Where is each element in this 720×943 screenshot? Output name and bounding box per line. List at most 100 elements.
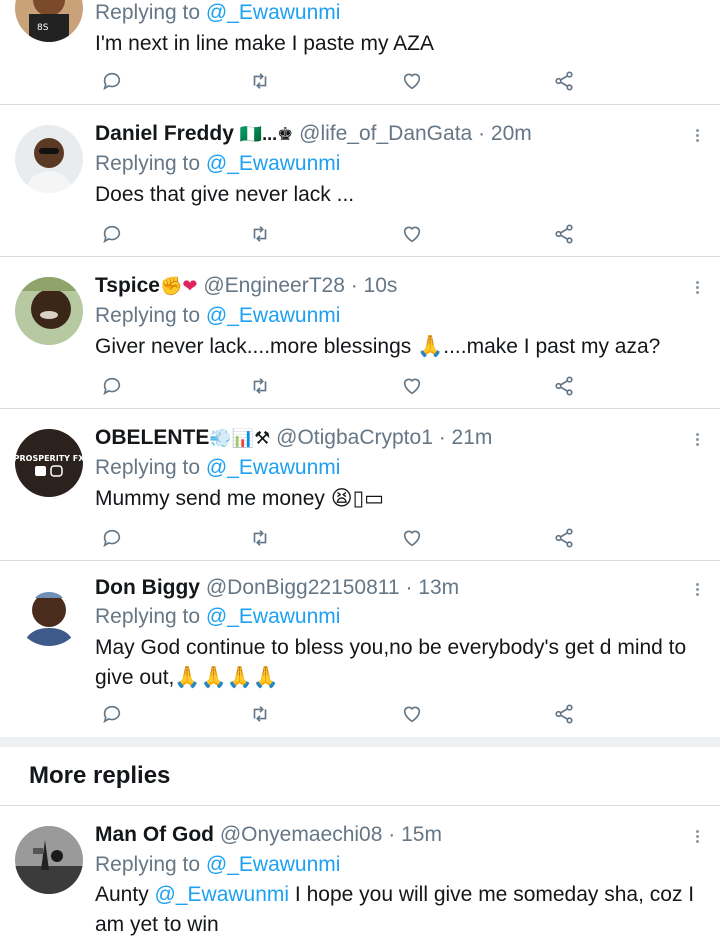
user-handle[interactable]: @DonBigg22150811 <box>206 576 400 599</box>
mention-link[interactable]: @_Ewawunmi <box>206 152 341 175</box>
share-button[interactable] <box>549 523 579 553</box>
reply-button[interactable] <box>97 219 127 249</box>
more-icon[interactable] <box>692 127 702 147</box>
retweet-icon <box>253 226 267 242</box>
retweet-icon <box>253 378 267 394</box>
tweet-text-continued: am yet to win <box>95 913 219 936</box>
tweet-header: Don Biggy @DonBigg22150811 · 13m <box>95 573 459 603</box>
tweet-text: Giver never lack....more blessings 🙏....… <box>95 335 661 358</box>
avatar[interactable]: PROSPERITY FX <box>15 429 83 497</box>
replying-to: Replying to @_Ewawunmi <box>95 605 341 628</box>
replying-to: Replying to @_Ewawunmi <box>95 1 341 24</box>
tweet-time: · 13m <box>405 576 460 599</box>
share-icon <box>555 528 573 548</box>
more-icon[interactable] <box>692 828 702 848</box>
user-handle[interactable]: @life_of_DanGata <box>299 122 472 145</box>
reply-button[interactable] <box>97 66 127 96</box>
reply-icon <box>103 529 121 548</box>
user-name-badges: 💨📊⚒ <box>209 428 271 448</box>
like-button[interactable] <box>397 371 427 401</box>
like-icon <box>403 706 421 723</box>
tweet-header: Tspice✊❤ @EngineerT28 · 10s <box>95 271 397 301</box>
retweet-button[interactable] <box>245 699 275 729</box>
tweet-time: · 20m <box>478 122 532 145</box>
reply-button[interactable] <box>97 371 127 401</box>
like-button[interactable] <box>397 523 427 553</box>
like-icon <box>403 226 421 243</box>
user-handle[interactable]: @EngineerT28 <box>203 274 345 297</box>
retweet-button[interactable] <box>245 371 275 401</box>
svg-text:PROSPERITY FX: PROSPERITY FX <box>15 454 83 463</box>
reply-button[interactable] <box>97 523 127 553</box>
tweet-text-continued: give out,🙏🙏🙏🙏 <box>95 666 279 689</box>
retweet-button[interactable] <box>245 523 275 553</box>
user-handle[interactable]: @OtigbaCrypto1 <box>276 426 433 449</box>
user-name[interactable]: OBELENTE <box>95 426 209 449</box>
retweet-button[interactable] <box>245 66 275 96</box>
retweet-icon <box>253 73 267 89</box>
tweet-text: May God continue to bless you,no be ever… <box>95 636 687 659</box>
user-name[interactable]: Man Of God <box>95 823 214 846</box>
reply-icon <box>103 72 121 91</box>
user-name-badges: 🇳🇬...♚ <box>239 124 294 144</box>
user-name[interactable]: Daniel Freddy <box>95 122 234 145</box>
like-button[interactable] <box>397 219 427 249</box>
user-handle[interactable]: @Onyemaechi08 <box>220 823 383 846</box>
tweet-time: · 10s <box>350 274 398 297</box>
more-icon[interactable] <box>692 279 702 299</box>
mention-link[interactable]: @_Ewawunmi <box>206 605 341 628</box>
more-icon[interactable] <box>692 581 702 601</box>
share-button[interactable] <box>549 699 579 729</box>
tweet-actions <box>0 523 720 553</box>
section-separator <box>0 737 720 747</box>
retweet-button[interactable] <box>245 219 275 249</box>
tweet-header: Man Of God @Onyemaechi08 · 15m <box>95 820 442 850</box>
tweet-actions <box>0 66 720 96</box>
reply-icon <box>103 225 121 244</box>
share-button[interactable] <box>549 66 579 96</box>
replying-to: Replying to @_Ewawunmi <box>95 152 341 175</box>
retweet-icon <box>253 530 267 546</box>
tweet-actions <box>0 699 720 729</box>
like-button[interactable] <box>397 66 427 96</box>
avatar[interactable] <box>15 277 83 345</box>
like-icon <box>403 73 421 90</box>
tweet-header: Daniel Freddy 🇳🇬...♚ @life_of_DanGata · … <box>95 119 532 149</box>
reply-button[interactable] <box>97 699 127 729</box>
mention-link[interactable]: @_Ewawunmi <box>206 1 341 24</box>
replying-to: Replying to @_Ewawunmi <box>95 853 341 876</box>
svg-text:8S: 8S <box>37 23 49 33</box>
tweet-text: I'm next in line make I paste my AZA <box>95 32 434 55</box>
replying-to: Replying to @_Ewawunmi <box>95 456 341 479</box>
more-replies-heading: More replies <box>29 762 171 789</box>
share-icon <box>555 224 573 244</box>
avatar[interactable]: 8S <box>15 0 83 42</box>
share-button[interactable] <box>549 371 579 401</box>
tweet-time: · 15m <box>388 823 442 846</box>
mention-link[interactable]: @_Ewawunmi <box>206 304 341 327</box>
share-icon <box>555 71 573 91</box>
share-icon <box>555 704 573 724</box>
tweet-text: Aunty @_Ewawunmi I hope you will give me… <box>95 883 695 906</box>
user-name[interactable]: Tspice <box>95 274 160 297</box>
replying-to: Replying to @_Ewawunmi <box>95 304 341 327</box>
reply-icon <box>103 377 121 396</box>
avatar[interactable] <box>15 826 83 894</box>
tweet-text: Does that give never lack ... <box>95 183 355 206</box>
share-icon <box>555 376 573 396</box>
avatar[interactable] <box>15 125 83 193</box>
like-button[interactable] <box>397 699 427 729</box>
share-button[interactable] <box>549 219 579 249</box>
more-icon[interactable] <box>692 431 702 451</box>
mention-link[interactable]: @_Ewawunmi <box>206 853 341 876</box>
user-name[interactable]: Don Biggy <box>95 576 200 599</box>
user-name-badges: ✊❤ <box>159 276 198 296</box>
tweet[interactable]: Man Of God @Onyemaechi08 · 15m Replying … <box>0 806 720 943</box>
avatar[interactable] <box>15 578 83 646</box>
mention-link[interactable]: @_Ewawunmi <box>155 883 290 906</box>
reply-icon <box>103 705 121 724</box>
mention-link[interactable]: @_Ewawunmi <box>206 456 341 479</box>
retweet-icon <box>253 706 267 722</box>
like-icon <box>403 530 421 547</box>
tweet-actions <box>0 219 720 249</box>
